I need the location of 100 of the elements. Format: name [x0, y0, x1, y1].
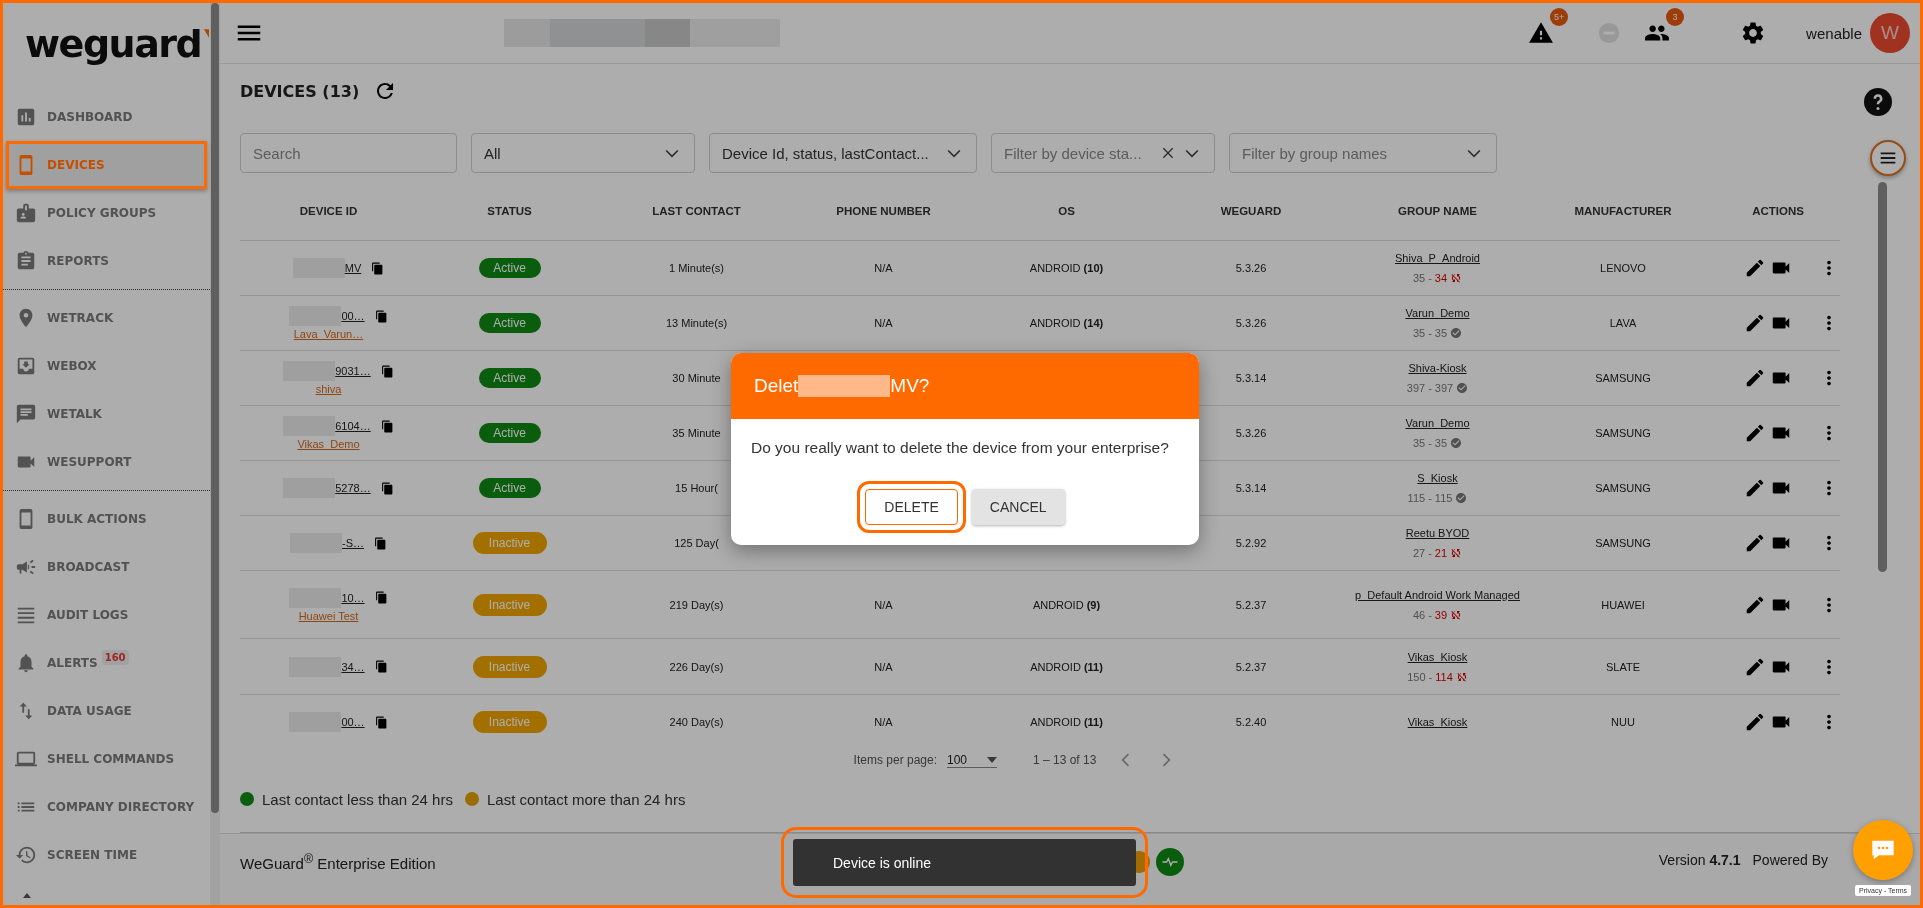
column-header: LAST CONTACT: [651, 205, 742, 217]
device-id-link[interactable]: 6104…: [335, 420, 371, 432]
table-cell: 226 Day(s): [669, 660, 724, 673]
table-cell: 15 Hour(: [675, 482, 718, 494]
table-cell: N/A: [874, 598, 893, 611]
table-cell: 5.3.26: [1235, 427, 1267, 439]
table-cell: N/A: [874, 262, 893, 274]
device-id-link[interactable]: MV: [344, 262, 362, 274]
table-cell: 5.3.14: [1235, 482, 1267, 494]
edition-label: WeGuard$^{®}$ Enterprise Edition: [240, 852, 436, 872]
synced-count: 34: [1434, 272, 1448, 284]
status-pill: Inactive: [472, 532, 547, 554]
count-separator: -: [1428, 272, 1432, 284]
status-pill: Active: [478, 423, 541, 443]
device-id-link[interactable]: 10…: [341, 591, 365, 604]
table-cell: SAMSUNG: [1595, 482, 1651, 494]
version-label: Version 4.7.1: [1658, 852, 1741, 868]
group-name-link[interactable]: Reetu BYOD: [1405, 527, 1470, 539]
group-name-link[interactable]: Shiva_P_Android: [1395, 252, 1480, 264]
column-header: ACTIONS: [1751, 205, 1805, 217]
table-cell: HUAWEI: [1601, 598, 1645, 611]
device-id-link[interactable]: 00…: [341, 716, 365, 728]
table-cell: 5.2.40: [1235, 716, 1267, 728]
notification-badge: 3: [1666, 8, 1685, 26]
table-cell: 30 Minute: [672, 372, 721, 384]
table-cell: 5.3.26: [1235, 262, 1267, 274]
device-count: 35: [1412, 272, 1426, 284]
filter-dropdown[interactable]: All: [471, 133, 695, 173]
device-id-link[interactable]: 34…: [341, 660, 365, 673]
table-cell: SLATE: [1606, 660, 1640, 673]
device-count: 35: [1412, 437, 1426, 449]
user-name: wenable: [1806, 24, 1862, 42]
synced-count: 115: [1434, 492, 1453, 504]
table-cell: N/A: [874, 317, 893, 329]
group-name-link[interactable]: Vikas_Kiosk: [1407, 650, 1468, 663]
table-cell: 5.3.26: [1235, 317, 1267, 329]
device-id-link[interactable]: 5278…: [335, 482, 371, 494]
column-header: WEGUARD: [1219, 205, 1283, 217]
count-separator: -: [1428, 382, 1432, 394]
items-per-page-label: Items per page:: [853, 753, 937, 767]
device-id-link[interactable]: 9031…: [335, 365, 371, 377]
legend-label: Last contact more than 24 hrs: [486, 790, 686, 808]
table-cell: 35 Minute: [672, 427, 721, 439]
device-count: 27: [1412, 547, 1426, 559]
alert-count-badge: 160: [101, 649, 129, 665]
count-separator: -: [1428, 670, 1433, 683]
table-cell: ANDROID (11): [1030, 660, 1103, 673]
column-header: STATUS: [486, 205, 533, 217]
powered-by-label: Powered By: [1752, 852, 1828, 868]
status-pill: Active: [478, 368, 541, 388]
status-pill: Inactive: [472, 711, 547, 733]
group-name-link[interactable]: p_Default Android Work Managed: [1355, 588, 1520, 601]
table-cell: 13 Minute(s): [665, 317, 728, 329]
group-name-link[interactable]: Varun_Demo: [1405, 307, 1470, 319]
table-cell: NUU: [1611, 716, 1635, 728]
group-name-link[interactable]: Vikas_Kiosk: [1407, 716, 1468, 728]
dialog-title: Delet: [754, 375, 799, 397]
table-cell: 5.3.14: [1235, 372, 1267, 384]
notification-badge: 5+: [1550, 8, 1569, 26]
table-cell: ANDROID (11): [1030, 716, 1103, 728]
group-name-link[interactable]: Shiva-Kiosk: [1408, 362, 1467, 374]
group-name-link[interactable]: S_Kiosk: [1417, 472, 1458, 484]
status-pill: Inactive: [472, 593, 547, 616]
status-pill: Inactive: [472, 655, 547, 678]
table-cell: 1 Minute(s): [669, 262, 724, 274]
device-id-link[interactable]: -S…: [342, 537, 364, 549]
page-title: DEVICES (13): [240, 81, 360, 101]
logo: weguard: [25, 25, 202, 63]
column-header: MANUFACTURER: [1573, 205, 1673, 217]
device-count: 35: [1412, 327, 1426, 339]
page-range: 1 – 13 of 13: [1033, 753, 1097, 767]
table-cell: ANDROID (9): [1032, 598, 1101, 611]
table-cell: SAMSUNG: [1595, 372, 1651, 384]
column-header: DEVICE ID: [298, 205, 359, 217]
synced-count: 35: [1434, 327, 1448, 339]
filter-dropdown[interactable]: Device Id, status, lastContact...: [709, 133, 977, 173]
count-separator: -: [1428, 608, 1432, 621]
dialog-title: MV?: [890, 375, 930, 397]
table-cell: ANDROID (14): [1029, 317, 1104, 329]
status-pill: Active: [478, 478, 541, 498]
table-cell: SAMSUNG: [1595, 537, 1651, 549]
device-count: 115: [1407, 492, 1426, 504]
table-cell: 5.2.37: [1235, 598, 1267, 611]
group-name-link[interactable]: Varun_Demo: [1405, 417, 1470, 429]
cancel-button[interactable]: CANCEL: [971, 489, 1065, 525]
legend-label: Last contact less than 24 hrs: [262, 790, 453, 808]
device-id-link[interactable]: 00…: [341, 310, 365, 322]
toast-message: Device is online: [833, 854, 932, 871]
table-cell: 125 Day(: [674, 537, 719, 549]
column-header: GROUP NAME: [1397, 205, 1478, 217]
page-size-select[interactable]: 100: [947, 752, 997, 768]
count-separator: -: [1428, 327, 1432, 339]
table-cell: LENOVO: [1600, 262, 1646, 274]
synced-count: 21: [1434, 547, 1448, 559]
count-separator: -: [1428, 492, 1432, 504]
table-cell: ANDROID (10): [1029, 262, 1104, 274]
column-header: OS: [1057, 205, 1076, 217]
table-cell: 5.2.37: [1235, 660, 1267, 673]
table-cell: N/A: [874, 716, 893, 728]
table-cell: 240 Day(s): [669, 716, 724, 728]
